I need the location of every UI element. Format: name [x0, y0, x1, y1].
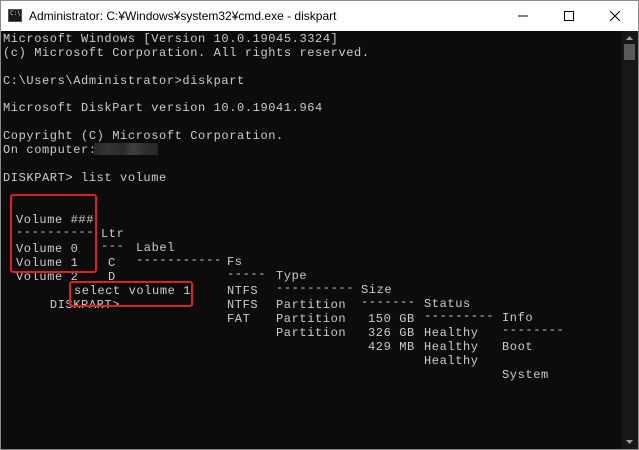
ltr-cell: C: [108, 256, 116, 270]
type-cell: Partition: [276, 298, 347, 312]
window-title: Administrator: C:¥Windows¥system32¥cmd.e…: [29, 9, 337, 23]
scroll-up-button[interactable]: [621, 31, 638, 43]
status-cell: Healthy: [424, 354, 479, 368]
diskpart-copyright-line: Copyright (C) Microsoft Corporation.: [3, 129, 284, 143]
minimize-button[interactable]: [500, 1, 546, 31]
separator: -----: [227, 267, 267, 281]
version-line: Microsoft Windows [Version 10.0.19045.33…: [3, 32, 339, 46]
title-bar[interactable]: C:\. Administrator: C:¥Windows¥system32¥…: [1, 1, 638, 31]
cmd-app-icon[interactable]: C:\.: [8, 9, 24, 22]
scroll-up-arrow-icon: [626, 36, 633, 40]
fs-cell: NTFS: [227, 298, 259, 312]
separator: ---: [101, 239, 125, 253]
size-cell: 429 MB: [368, 340, 415, 354]
scroll-down-arrow-icon: [626, 440, 633, 444]
close-icon: [610, 11, 620, 21]
fs-cell: FAT: [227, 312, 251, 326]
scroll-thumb[interactable]: [624, 44, 635, 60]
separator: -----------: [136, 253, 222, 267]
scroll-down-button[interactable]: [621, 435, 638, 449]
vertical-scrollbar[interactable]: [621, 31, 638, 449]
volume-column-highlight: [10, 194, 97, 273]
status-cell: Healthy: [424, 326, 479, 340]
list-volume-command: DISKPART> list volume: [3, 171, 167, 185]
computer-name-line: On computer:: [3, 143, 97, 157]
command-highlight: [69, 281, 193, 307]
status-cell: Healthy: [424, 340, 479, 354]
copyright-line: (c) Microsoft Corporation. All rights re…: [3, 46, 370, 60]
size-cell: 326 GB: [368, 326, 415, 340]
info-cell: Boot: [502, 340, 534, 354]
cmd-window: C:\. Administrator: C:¥Windows¥system32¥…: [0, 0, 639, 450]
maximize-icon: [564, 11, 574, 21]
diskpart-version-line: Microsoft DiskPart version 10.0.19041.96…: [3, 101, 323, 115]
type-cell: Partition: [276, 312, 347, 326]
console-output[interactable]: Microsoft Windows [Version 10.0.19045.33…: [1, 31, 621, 449]
separator: -------: [361, 295, 416, 309]
separator: ----------: [276, 281, 355, 295]
close-button[interactable]: [592, 1, 638, 31]
redacted-computer-name: [94, 143, 158, 155]
maximize-button[interactable]: [546, 1, 592, 31]
size-cell: 150 GB: [368, 312, 415, 326]
separator: ---------: [424, 309, 495, 323]
type-cell: Partition: [276, 326, 347, 340]
separator: --------: [502, 323, 565, 337]
diskpart-invoke-line: C:\Users\Administrator>diskpart: [3, 74, 245, 88]
minimize-icon: [518, 15, 528, 17]
fs-cell: NTFS: [227, 284, 259, 298]
info-cell: System: [502, 368, 549, 382]
